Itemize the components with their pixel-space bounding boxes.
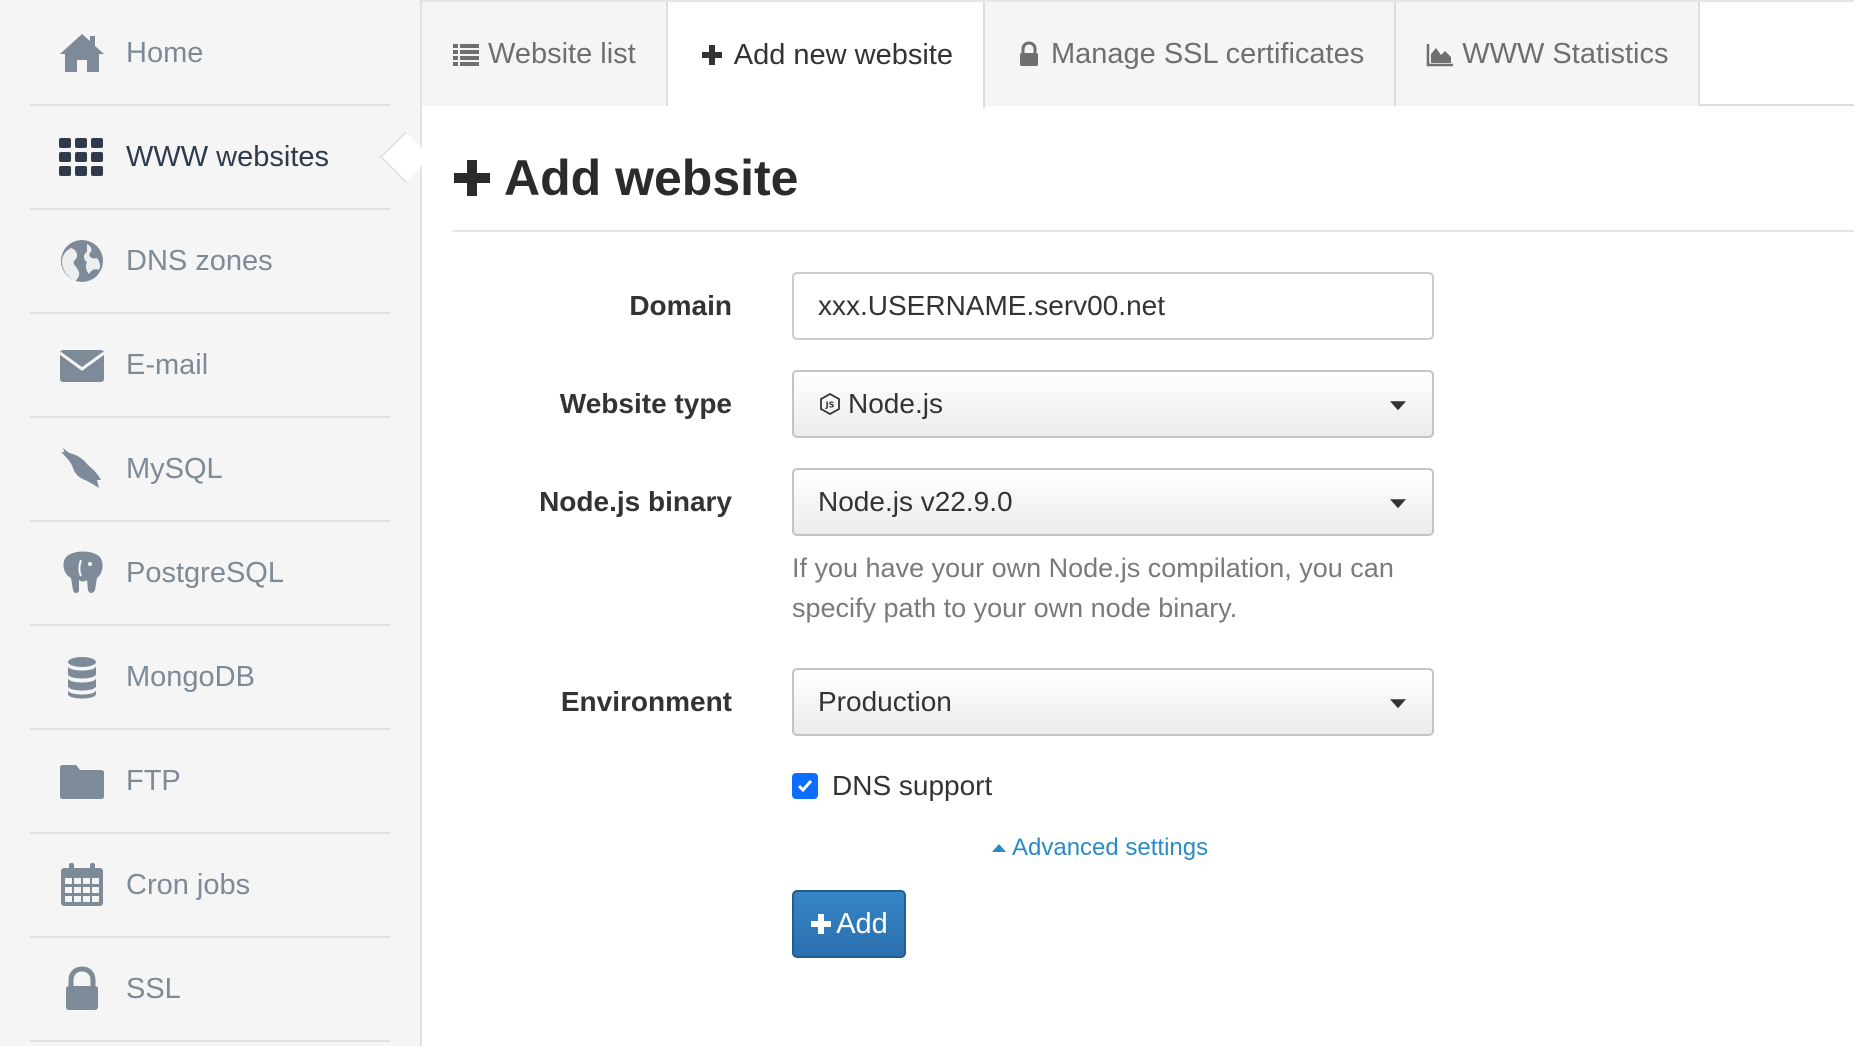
dns-support-row: DNS support: [792, 766, 1854, 806]
svg-text:JS: JS: [825, 401, 835, 410]
folder-icon: [56, 755, 108, 807]
sidebar-item-cron-jobs[interactable]: Cron jobs: [30, 834, 390, 938]
node-binary-select[interactable]: Node.js v22.9.0: [792, 468, 1434, 536]
add-button[interactable]: Add: [792, 890, 906, 958]
tab-www-statistics[interactable]: WWW Statistics: [1396, 2, 1701, 106]
caret-up-icon: [992, 844, 1006, 852]
node-binary-row: Node.js binary Node.js v22.9.0: [452, 468, 1854, 536]
sidebar-item-ftp[interactable]: FTP: [30, 730, 390, 834]
dns-support-label: DNS support: [832, 770, 993, 801]
grid-icon: [56, 131, 108, 183]
envelope-icon: [56, 339, 108, 391]
website-type-row: Website type JS Node.js: [452, 370, 1854, 438]
tab-manage-ssl-certificates[interactable]: Manage SSL certificates: [984, 2, 1397, 106]
domain-row: Domain: [452, 272, 1854, 340]
sidebar-item-label: DNS zones: [126, 244, 273, 277]
home-icon: [56, 27, 108, 79]
domain-label: Domain: [629, 290, 732, 321]
database-icon: [56, 651, 108, 703]
calendar-icon: [56, 859, 108, 911]
page-title: Add website: [452, 126, 1854, 232]
website-type-select[interactable]: JS Node.js: [792, 370, 1434, 438]
advanced-settings-label: Advanced settings: [1012, 834, 1209, 861]
environment-value: Production: [818, 686, 952, 717]
lock-icon: [1015, 40, 1043, 68]
dns-support-checkbox[interactable]: [792, 773, 818, 799]
plus-icon: [452, 158, 492, 198]
sidebar-item-label: FTP: [126, 764, 181, 797]
nodejs-icon: JS: [818, 392, 842, 416]
sidebar-item-label: E-mail: [126, 348, 209, 381]
domain-input[interactable]: [792, 272, 1434, 340]
sidebar-item-label: WWW websites: [126, 140, 329, 173]
add-website-form: Domain Website type JS Node.js: [452, 272, 1854, 958]
sidebar-item-ssl[interactable]: SSL: [30, 938, 390, 1042]
elephant-icon: [56, 547, 108, 599]
sidebar-item-mongodb[interactable]: MongoDB: [30, 626, 390, 730]
tab-label: WWW Statistics: [1462, 37, 1669, 70]
environment-row: Environment Production: [452, 668, 1854, 736]
tab-website-list[interactable]: Website list: [422, 2, 668, 106]
add-button-label: Add: [836, 907, 888, 940]
environment-label: Environment: [560, 686, 732, 717]
node-binary-label: Node.js binary: [539, 486, 732, 517]
content-area: Add website Domain Website type JS: [422, 126, 1854, 958]
sidebar-item-mysql[interactable]: MySQL: [30, 418, 390, 522]
website-type-label: Website type: [559, 388, 732, 419]
sidebar-item-www-websites[interactable]: WWW websites: [30, 106, 390, 210]
tab-label: Manage SSL certificates: [1050, 37, 1365, 70]
website-type-value: Node.js: [848, 388, 943, 419]
sidebar-item-label: PostgreSQL: [126, 556, 284, 589]
checkmark-icon: [797, 780, 813, 793]
main-content: Website list Add new website Manage SSL …: [422, 0, 1854, 1046]
sidebar-item-label: Cron jobs: [126, 868, 251, 901]
sidebar-item-postgresql[interactable]: PostgreSQL: [30, 522, 390, 626]
sidebar-item-dns-zones[interactable]: DNS zones: [30, 210, 390, 314]
chevron-down-icon: [1390, 699, 1406, 709]
plus-icon: [811, 914, 832, 934]
node-binary-help-text: If you have your own Node.js compilation…: [792, 553, 1394, 623]
sidebar-item-label: MongoDB: [126, 660, 255, 693]
sidebar-item-email[interactable]: E-mail: [30, 314, 390, 418]
list-icon: [452, 40, 480, 68]
plus-icon: [698, 41, 726, 69]
advanced-settings-link[interactable]: Advanced settings: [992, 834, 1854, 862]
tab-label: Add new website: [733, 38, 953, 71]
chevron-down-icon: [1390, 499, 1406, 509]
lock-icon: [56, 963, 108, 1015]
globe-icon: [56, 235, 108, 287]
sidebar: Home WWW websites DNS zones E-mail MySQL…: [0, 0, 422, 1046]
node-binary-value: Node.js v22.9.0: [818, 486, 1013, 517]
page-title-text: Add website: [504, 150, 799, 206]
environment-select[interactable]: Production: [792, 668, 1434, 736]
area-chart-icon: [1426, 40, 1454, 68]
tab-add-new-website[interactable]: Add new website: [667, 2, 985, 108]
dolphin-icon: [56, 443, 108, 495]
sidebar-item-label: Home: [126, 36, 204, 69]
tab-bar: Website list Add new website Manage SSL …: [422, 0, 1854, 108]
sidebar-item-label: SSL: [126, 972, 181, 1005]
sidebar-item-label: MySQL: [126, 452, 223, 485]
sidebar-item-home[interactable]: Home: [30, 2, 390, 106]
chevron-down-icon: [1390, 401, 1406, 411]
app-window: Home WWW websites DNS zones E-mail MySQL…: [0, 0, 1854, 1046]
tab-label: Website list: [488, 37, 636, 70]
